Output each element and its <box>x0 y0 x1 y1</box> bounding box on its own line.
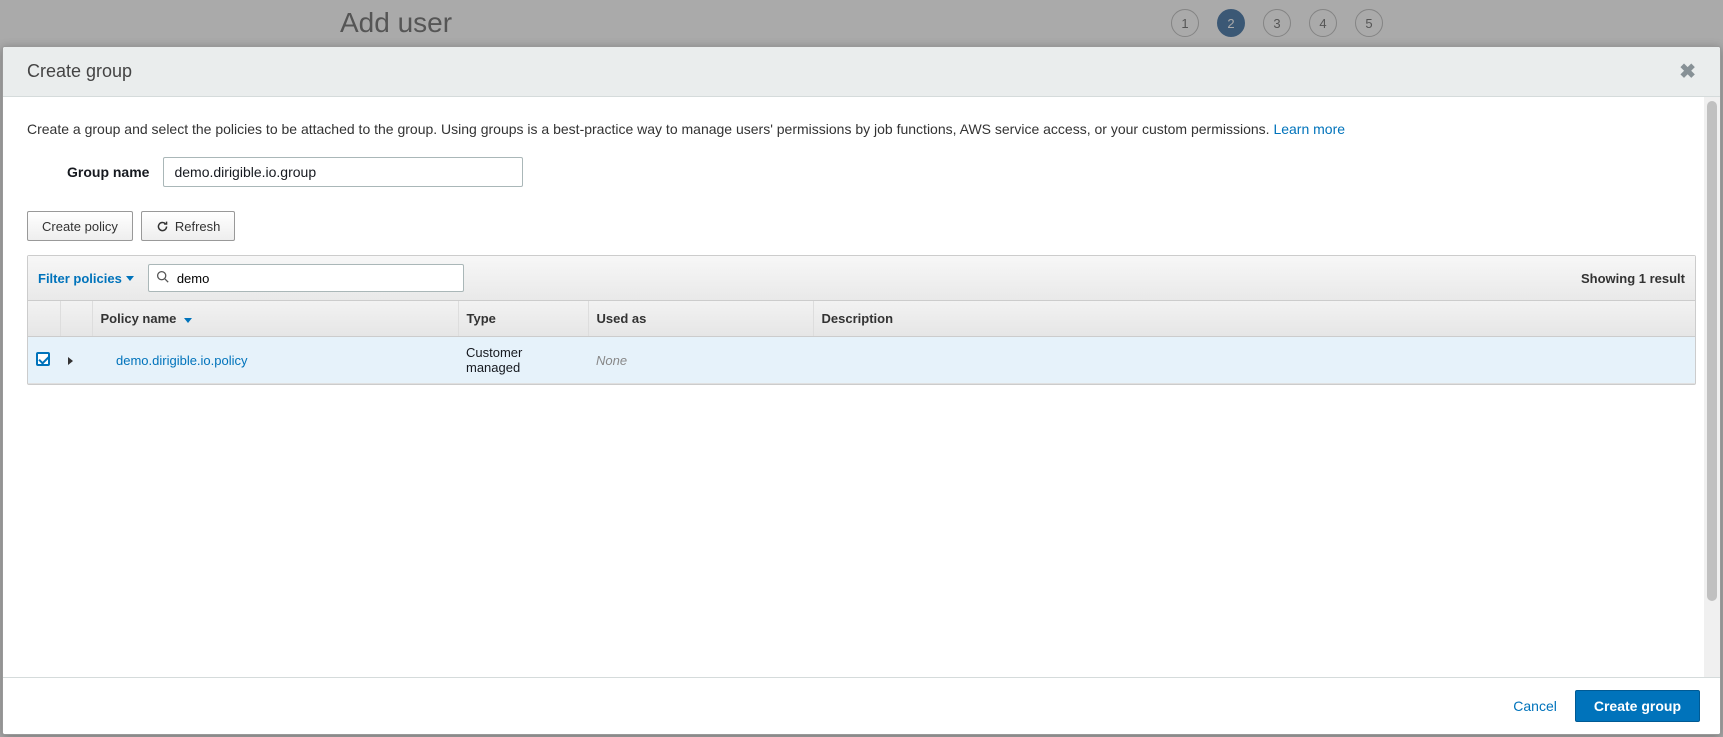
cell-expand <box>60 337 92 384</box>
refresh-label: Refresh <box>175 219 221 234</box>
cell-checkbox <box>28 337 60 384</box>
create-policy-label: Create policy <box>42 219 118 234</box>
search-wrap <box>148 264 464 292</box>
modal-body: Create a group and select the policies t… <box>3 97 1720 677</box>
policy-name-link[interactable]: demo.dirigible.io.policy <box>100 353 248 368</box>
header-checkbox <box>28 301 60 337</box>
modal-description: Create a group and select the policies t… <box>27 121 1696 137</box>
cell-policy-name: demo.dirigible.io.policy <box>92 337 458 384</box>
refresh-icon <box>156 220 169 233</box>
header-type[interactable]: Type <box>458 301 588 337</box>
scrollbar[interactable] <box>1704 97 1720 677</box>
results-count: Showing 1 result <box>1581 271 1685 286</box>
scrollbar-thumb[interactable] <box>1707 101 1717 601</box>
refresh-button[interactable]: Refresh <box>141 211 236 241</box>
cell-used-as: None <box>588 337 813 384</box>
cell-description <box>813 337 1695 384</box>
filter-bar: Filter policies Showing 1 result <box>28 256 1695 301</box>
filter-policies-link[interactable]: Filter policies <box>38 271 134 286</box>
description-text: Create a group and select the policies t… <box>27 121 1273 137</box>
header-expand <box>60 301 92 337</box>
cancel-button[interactable]: Cancel <box>1513 698 1557 714</box>
policy-table: Filter policies Showing 1 result <box>27 255 1696 385</box>
close-icon[interactable]: ✖ <box>1679 62 1696 82</box>
cell-type: Customer managed <box>458 337 588 384</box>
modal-footer: Cancel Create group <box>3 677 1720 734</box>
create-policy-button[interactable]: Create policy <box>27 211 133 241</box>
filter-label: Filter policies <box>38 271 122 286</box>
learn-more-link[interactable]: Learn more <box>1273 121 1345 137</box>
create-group-modal: Create group ✖ Create a group and select… <box>2 46 1721 735</box>
header-used-as[interactable]: Used as <box>588 301 813 337</box>
row-checkbox[interactable] <box>36 352 50 366</box>
action-buttons-row: Create policy Refresh <box>27 211 1696 241</box>
group-name-input[interactable] <box>163 157 523 187</box>
policies-table-element: Policy name Type Used as Description <box>28 301 1695 384</box>
header-policy-name[interactable]: Policy name <box>92 301 458 337</box>
modal-header: Create group ✖ <box>3 47 1720 97</box>
chevron-down-icon <box>126 276 134 281</box>
group-name-label: Group name <box>67 164 149 180</box>
table-header-row: Policy name Type Used as Description <box>28 301 1695 337</box>
group-name-row: Group name <box>67 157 1696 187</box>
table-row[interactable]: demo.dirigible.io.policy Customer manage… <box>28 337 1695 384</box>
expand-icon[interactable] <box>68 357 73 365</box>
sort-icon <box>184 318 192 323</box>
header-description[interactable]: Description <box>813 301 1695 337</box>
used-as-value: None <box>596 353 627 368</box>
modal-title: Create group <box>27 61 132 82</box>
create-group-button[interactable]: Create group <box>1575 690 1700 722</box>
search-input[interactable] <box>148 264 464 292</box>
